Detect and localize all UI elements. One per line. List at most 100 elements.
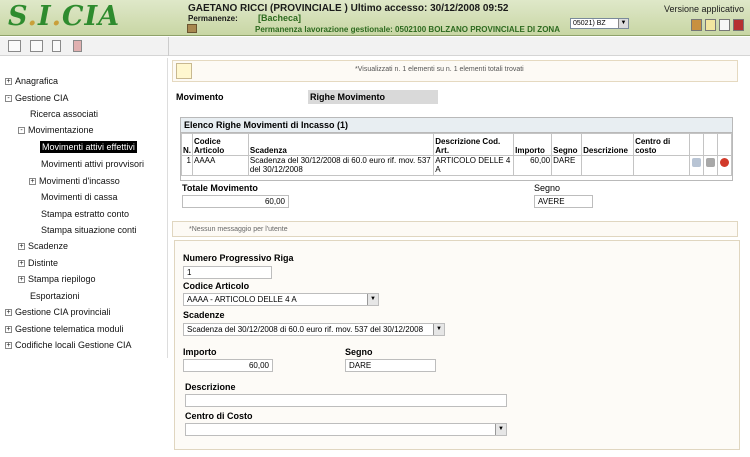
chevron-down-icon: ▼ [495, 424, 506, 435]
scadenze-select[interactable]: Scadenza del 30/12/2008 di 60.0 euro rif… [183, 323, 445, 336]
document-icon[interactable] [705, 19, 716, 31]
column-header[interactable]: Segno [551, 133, 583, 156]
chevron-down-icon: ▼ [367, 294, 378, 305]
importo-field[interactable]: 60,00 [183, 359, 273, 372]
segno-detail-field[interactable]: DARE [345, 359, 436, 372]
chevron-down-icon: ▼ [618, 19, 628, 28]
num-field[interactable]: 1 [183, 266, 272, 279]
codice-articolo-select[interactable]: AAAA - ARTICOLO DELLE 4 A ▼ [183, 293, 379, 306]
table-header-row: N. Codice Articolo Scadenza Descrizione … [181, 133, 733, 156]
user-info: GAETANO RICCI (PROVINCIALE ) Ultimo acce… [188, 3, 509, 14]
column-header[interactable]: Descrizione Cod. Art. [433, 133, 515, 156]
expand-icon[interactable]: + [29, 178, 36, 185]
collapse-icon[interactable]: - [18, 127, 25, 134]
sidebar-item-stampa-riepilogo[interactable]: + Stampa riepilogo [18, 272, 96, 286]
importo-label: Importo [183, 347, 217, 357]
permanenza-label: Permanenze: [188, 14, 238, 23]
codice-articolo-label: Codice Articolo [183, 281, 250, 291]
centro-costo-select[interactable]: ▼ [185, 423, 507, 436]
descrizione-field[interactable] [185, 394, 507, 407]
toolbar-divider [168, 37, 169, 56]
centro-costo-label: Centro di Costo [185, 411, 253, 421]
permanenza-value[interactable]: [Bacheca] [258, 13, 301, 23]
segno-label: Segno [534, 183, 561, 193]
delete-icon[interactable] [719, 158, 729, 167]
table-row[interactable]: 1 AAAA Scadenza del 30/12/2008 di 60.0 e… [181, 155, 733, 176]
sidebar-item-gestione-cia[interactable]: - Gestione CIA [5, 91, 69, 105]
sidebar-item-esportazioni[interactable]: Esportazioni [30, 289, 80, 303]
chevron-down-icon: ▼ [433, 324, 444, 335]
sidebar-item-codifiche-locali[interactable]: + Codifiche locali Gestione CIA [5, 338, 132, 352]
cell: 60,00 [513, 155, 553, 176]
grid-title: Elenco Righe Movimenti di Incasso (1) [181, 118, 732, 133]
exit-icon[interactable] [733, 19, 744, 31]
info-bar: *Visualizzati n. 1 elementi su n. 1 elem… [172, 60, 738, 82]
province-select-value: 05021) BZ [573, 20, 606, 27]
note-icon [176, 63, 192, 79]
page-icon[interactable] [52, 40, 61, 52]
permanenza-lavorazione: Permanenza lavorazione gestionale: 05021… [255, 25, 560, 34]
totale-field: 60,00 [182, 195, 289, 208]
column-header[interactable]: N. [181, 133, 193, 156]
sidebar-item-ricerca-associati[interactable]: Ricerca associati [30, 107, 98, 121]
expand-icon[interactable]: + [18, 276, 25, 283]
sidebar-item-stampa-situazione-conti[interactable]: Stampa situazione conti [41, 223, 137, 237]
cell: 1 [181, 155, 193, 176]
view-icon[interactable] [691, 158, 701, 167]
sidebar-nav: + Anagrafica - Gestione CIA Ricerca associ… [0, 58, 168, 358]
sicia-logo: S.I.CIA [8, 1, 121, 32]
grid-view-icon[interactable] [8, 40, 21, 52]
expand-icon[interactable]: + [5, 309, 12, 316]
righe-table: N. Codice Articolo Scadenza Descrizione … [181, 133, 733, 176]
column-header[interactable]: Descrizione [581, 133, 635, 156]
sidebar-item-movimenti-attivi-provvisori[interactable]: Movimenti attivi provvisori [41, 157, 144, 171]
sidebar-item-anagrafica[interactable]: + Anagrafica [5, 74, 58, 88]
expand-icon[interactable]: + [5, 342, 12, 349]
edit-icon[interactable] [705, 158, 715, 167]
cell: DARE [551, 155, 583, 176]
cell: AAAA [192, 155, 249, 176]
cell [633, 155, 690, 176]
sidebar-item-scadenze[interactable]: + Scadenze [18, 239, 68, 253]
toolbar [0, 37, 750, 56]
tab-movimento[interactable]: Movimento [176, 92, 224, 102]
sidebar-item-movimentazione[interactable]: - Movimentazione [18, 123, 94, 137]
column-header[interactable]: Importo [513, 133, 553, 156]
app-header: S.I.CIA GAETANO RICCI (PROVINCIALE ) Ult… [0, 0, 750, 36]
codice-articolo-value: AAAA - ARTICOLO DELLE 4 A [187, 295, 297, 304]
message-text: *Nessun messaggio per l'utente [189, 226, 288, 233]
num-label: Numero Progressivo Riga [183, 253, 294, 263]
totale-label: Totale Movimento [182, 183, 258, 193]
mail-icon[interactable] [719, 19, 730, 31]
expand-icon[interactable]: + [18, 260, 25, 267]
expand-icon[interactable]: + [5, 78, 12, 85]
sidebar-item-gestione-telematica-moduli[interactable]: + Gestione telematica moduli [5, 322, 124, 336]
expand-icon[interactable]: + [5, 326, 12, 333]
descrizione-label: Descrizione [185, 382, 236, 392]
tab-righe-movimento[interactable]: Righe Movimento [310, 92, 385, 102]
list-view-icon[interactable] [30, 40, 43, 52]
close-panel-icon[interactable] [73, 40, 82, 52]
sidebar-item-stampa-estratto-conto[interactable]: Stampa estratto conto [41, 207, 129, 221]
expand-icon[interactable]: + [18, 243, 25, 250]
sidebar-item-gestione-cia-provinciali[interactable]: + Gestione CIA provinciali [5, 305, 111, 319]
info-text: *Visualizzati n. 1 elementi su n. 1 elem… [355, 66, 524, 73]
riga-detail-form: Numero Progressivo Riga 1 Codice Articol… [174, 240, 740, 450]
column-header[interactable]: Centro di costo [633, 133, 690, 156]
segno-field: AVERE [534, 195, 593, 208]
column-header[interactable]: Codice Articolo [192, 133, 249, 156]
cell: Scadenza del 30/12/2008 di 60.0 euro rif… [247, 155, 435, 176]
versione-link[interactable]: Versione applicativo [664, 4, 744, 14]
building-icon [187, 24, 197, 33]
main-content: *Visualizzati n. 1 elementi su n. 1 elem… [172, 58, 742, 457]
books-icon[interactable] [691, 19, 702, 31]
sidebar-item-movimenti-cassa[interactable]: Movimenti di cassa [41, 190, 118, 204]
message-bar: *Nessun messaggio per l'utente [172, 221, 738, 237]
collapse-icon[interactable]: - [5, 95, 12, 102]
column-header[interactable]: Scadenza [247, 133, 435, 156]
sidebar-item-movimenti-attivi-effettivi[interactable]: Movimenti attivi effettivi [40, 140, 137, 154]
scadenze-value: Scadenza del 30/12/2008 di 60.0 euro rif… [187, 325, 424, 334]
province-select[interactable]: 05021) BZ ▼ [570, 18, 629, 29]
sidebar-item-distinte[interactable]: + Distinte [18, 256, 58, 270]
sidebar-item-movimenti-incasso[interactable]: + Movimenti d'incasso [29, 174, 120, 188]
